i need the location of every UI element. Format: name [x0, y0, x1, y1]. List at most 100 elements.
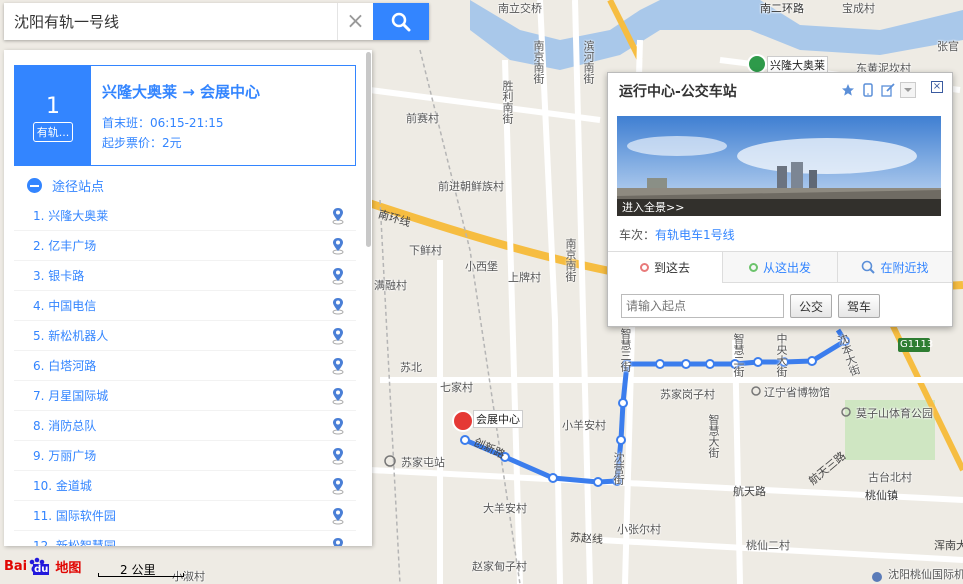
road-label: 苏赵线	[569, 530, 604, 547]
list-item[interactable]: 4. 中国电信	[14, 291, 356, 321]
location-pin-icon[interactable]	[330, 297, 346, 315]
road-label: 滨河南街	[582, 40, 595, 84]
place-label: 苏北	[400, 361, 422, 374]
search-button[interactable]	[373, 3, 429, 40]
place-label: 苏家屯站	[401, 456, 445, 469]
star-icon[interactable]	[840, 82, 856, 98]
baidu-logo[interactable]: Bai du 地图	[4, 556, 81, 576]
stop-label: 5. 新松机器人	[33, 329, 109, 343]
location-pin-icon[interactable]	[330, 537, 346, 547]
tram-stop-dot	[753, 357, 763, 367]
popup-tabs: 到这去 从这出发 在附近找	[608, 251, 952, 283]
start-marker	[747, 54, 767, 74]
tab-go-here[interactable]: 到这去	[608, 252, 722, 283]
fare-value: 2元	[162, 136, 182, 150]
chevron-down-icon[interactable]	[900, 82, 916, 98]
tab-search-nearby[interactable]: 在附近找	[837, 252, 952, 282]
list-item[interactable]: 3. 银卡路	[14, 261, 356, 291]
list-item[interactable]: 12. 新松智慧园	[14, 531, 356, 546]
list-item[interactable]: 7. 月星国际城	[14, 381, 356, 411]
search-input[interactable]	[4, 3, 337, 40]
road-label: 智慧二街	[732, 333, 745, 377]
tram-stop-dot	[705, 359, 715, 369]
collapse-icon	[27, 178, 42, 193]
location-pin-icon[interactable]	[330, 507, 346, 525]
stop-label: 6. 白塔河路	[33, 359, 97, 373]
brand-name: 地图	[55, 560, 82, 576]
place-label: 小羊安村	[562, 419, 606, 432]
clear-icon[interactable]: ×	[337, 3, 373, 40]
tab-depart-from[interactable]: 从这出发	[722, 252, 837, 282]
location-pin-icon[interactable]	[330, 357, 346, 375]
road-label: 智慧三街	[619, 328, 632, 372]
location-pin-icon[interactable]	[330, 477, 346, 495]
stop-label: 4. 中国电信	[33, 299, 97, 313]
place-label: 小西堡	[465, 260, 498, 273]
edit-icon[interactable]	[880, 82, 896, 98]
place-label: 桃仙镇	[865, 489, 898, 502]
search-nearby-icon	[862, 260, 876, 274]
list-item[interactable]: 10. 金道城	[14, 471, 356, 501]
tram-stop-dot	[807, 356, 817, 366]
dot-icon	[639, 262, 649, 272]
stop-label: 12. 新松智慧园	[33, 539, 116, 546]
route-fare: 起步票价：2元	[102, 134, 182, 151]
list-item[interactable]: 1. 兴隆大奥莱	[14, 201, 356, 231]
road-label: 沈营街	[612, 452, 625, 485]
stops-header: 途径站点	[52, 180, 105, 195]
start-point-input[interactable]	[621, 294, 784, 318]
scale-bar	[98, 573, 184, 577]
drive-button[interactable]: 驾车	[838, 294, 881, 318]
dot-icon	[748, 262, 758, 272]
route-card[interactable]: 1 有轨... 兴隆大奥莱 → 会展中心 首末班：06:15-21:15 起步票…	[14, 65, 356, 166]
list-item[interactable]: 2. 亿丰广场	[14, 231, 356, 261]
place-label: 上牌村	[508, 271, 541, 284]
expo-center-label[interactable]: 会展中心	[473, 410, 523, 428]
g1113-label: G1113	[900, 339, 934, 350]
phone-icon[interactable]	[860, 82, 876, 98]
location-pin-icon[interactable]	[330, 447, 346, 465]
location-pin-icon[interactable]	[330, 417, 346, 435]
route-panel: 1 有轨... 兴隆大奥莱 → 会展中心 首末班：06:15-21:15 起步票…	[4, 50, 372, 546]
airport-icon	[872, 572, 882, 582]
location-pin-icon[interactable]	[330, 387, 346, 405]
place-label: 沈阳桃仙国际机场	[888, 568, 963, 581]
panorama-preview[interactable]: 进入全景>>	[617, 116, 941, 216]
panorama-link[interactable]: 进入全景>>	[617, 199, 941, 216]
location-pin-icon[interactable]	[330, 267, 346, 285]
end-marker	[452, 410, 474, 432]
scrollbar[interactable]	[366, 52, 371, 247]
tram-stop-dot	[616, 435, 626, 445]
route-link[interactable]: 有轨电车1号线	[655, 228, 735, 242]
tram-stop-dot	[618, 398, 628, 408]
tab-label: 在附近找	[880, 260, 929, 275]
location-pin-icon[interactable]	[330, 237, 346, 255]
place-label: 小张尔村	[617, 523, 661, 536]
route-label: 车次：	[619, 228, 656, 242]
place-label: 大羊安村	[483, 502, 527, 515]
list-item[interactable]: 9. 万丽广场	[14, 441, 356, 471]
road-label: 智慧大街	[707, 414, 720, 458]
location-pin-icon[interactable]	[330, 207, 346, 225]
list-item[interactable]: 5. 新松机器人	[14, 321, 356, 351]
hours-value: 06:15-21:15	[150, 116, 224, 130]
road-label: 南二环路	[760, 2, 804, 15]
road-label: 中央大街	[775, 333, 788, 377]
stop-label: 9. 万丽广场	[33, 449, 97, 463]
place-label: 满融村	[374, 279, 407, 292]
list-item[interactable]: 11. 国际软件园	[14, 501, 356, 531]
list-item[interactable]: 6. 白塔河路	[14, 351, 356, 381]
map-scale: 2 公里	[98, 563, 184, 577]
close-icon[interactable]: ×	[931, 81, 943, 93]
route-type-tag: 有轨...	[32, 122, 74, 142]
stop-label: 2. 亿丰广场	[33, 239, 97, 253]
place-label: 古台北村	[868, 471, 912, 484]
stops-toggle[interactable]: 途径站点	[27, 176, 104, 195]
station-popup: 运行中心-公交车站 × 进入全景>> 车次：有轨电车1号线 到这去 从这出发 在…	[607, 72, 953, 327]
brand-suffix: du	[33, 563, 50, 575]
road-label: 南京南街	[532, 40, 545, 84]
list-item[interactable]: 8. 消防总队	[14, 411, 356, 441]
location-pin-icon[interactable]	[330, 327, 346, 345]
route-title: 兴隆大奥莱 → 会展中心	[102, 83, 261, 101]
bus-button[interactable]: 公交	[790, 294, 833, 318]
